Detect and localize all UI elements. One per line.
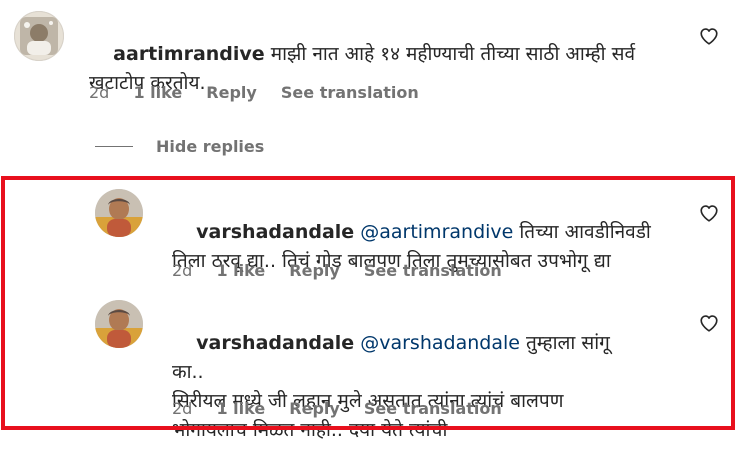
- comment-mention[interactable]: @varshadandale: [360, 332, 520, 354]
- hide-replies-toggle[interactable]: Hide replies: [95, 134, 264, 158]
- see-translation-button[interactable]: See translation: [364, 399, 502, 418]
- hide-replies-label[interactable]: Hide replies: [156, 137, 264, 156]
- heart-outline-icon[interactable]: [699, 204, 719, 222]
- see-translation-button[interactable]: See translation: [281, 83, 419, 102]
- comment-meta: 2d 1 like Reply See translation: [172, 261, 521, 280]
- comment-mention[interactable]: @aartimrandive: [360, 221, 513, 243]
- comment-username[interactable]: varshadandale: [196, 332, 354, 354]
- comment-meta: 2d 1 like Reply See translation: [172, 399, 521, 418]
- reply-button[interactable]: Reply: [206, 83, 257, 102]
- comment-likes[interactable]: 1 like: [133, 83, 182, 102]
- comment-username[interactable]: varshadandale: [196, 221, 354, 243]
- comment-time: 2d: [172, 261, 193, 280]
- comment-time: 2d: [89, 83, 110, 102]
- avatar[interactable]: [95, 300, 143, 348]
- heart-outline-icon[interactable]: [699, 314, 719, 332]
- comment-text: varshadandale @varshadandale तुम्हाला सा…: [172, 300, 642, 474]
- comment-text: aartimrandive माझी नात आहे १४ महीण्याची …: [89, 11, 689, 127]
- comment-meta: 2d 1 like Reply See translation: [89, 83, 438, 102]
- comment-text: varshadandale @aartimrandive तिच्या आवडी…: [172, 189, 682, 305]
- see-translation-button[interactable]: See translation: [364, 261, 502, 280]
- heart-outline-icon[interactable]: [699, 27, 719, 45]
- comment-username[interactable]: aartimrandive: [113, 43, 265, 65]
- avatar[interactable]: [14, 11, 64, 61]
- avatar[interactable]: [95, 189, 143, 237]
- comment-likes[interactable]: 1 like: [216, 399, 265, 418]
- reply-button[interactable]: Reply: [289, 261, 340, 280]
- divider: [95, 145, 133, 147]
- comment-likes[interactable]: 1 like: [216, 261, 265, 280]
- reply-button[interactable]: Reply: [289, 399, 340, 418]
- comment-time: 2d: [172, 399, 193, 418]
